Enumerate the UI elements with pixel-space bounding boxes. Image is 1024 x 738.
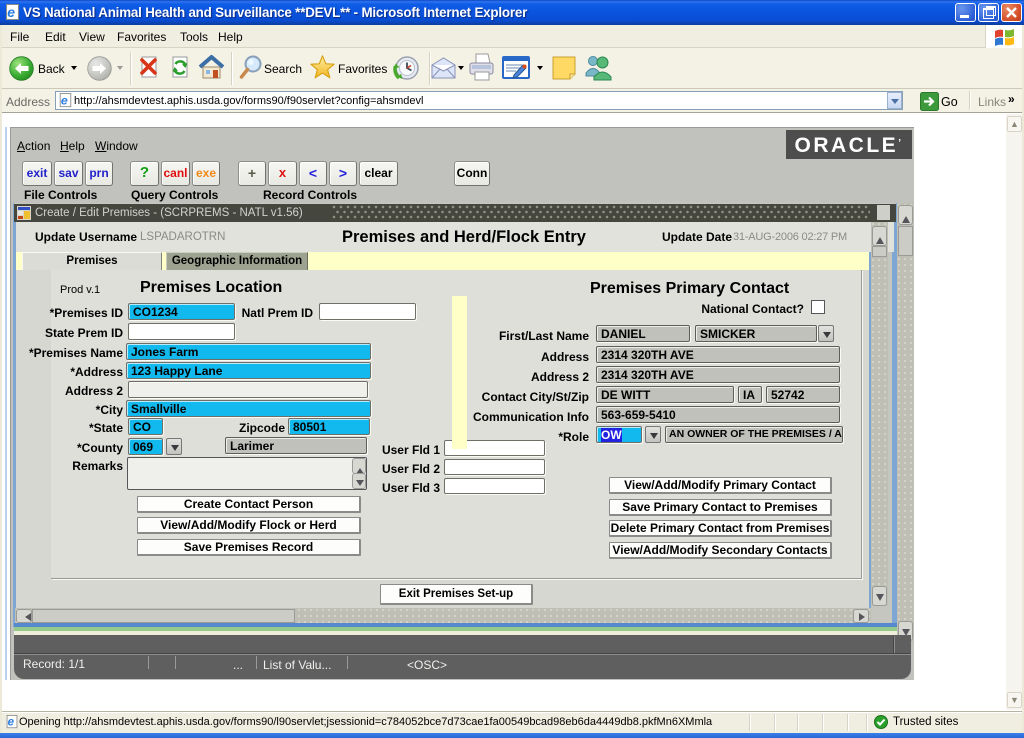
svg-text:e: e: [61, 93, 68, 107]
svg-text:e: e: [8, 717, 15, 729]
svg-text:e: e: [7, 4, 15, 20]
